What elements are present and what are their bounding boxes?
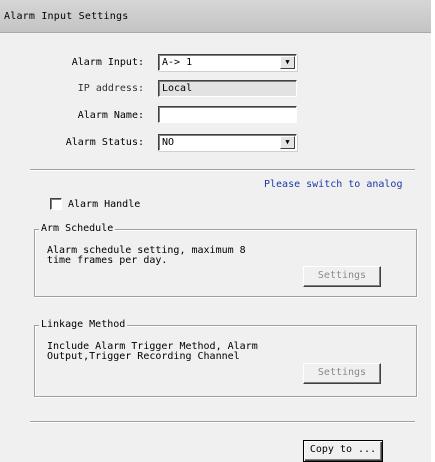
alarm-input-select[interactable]: A-> 1 ▼: [158, 54, 297, 71]
alarm-input-value: A-> 1: [162, 57, 193, 68]
window-edge: [431, 0, 435, 462]
arm-schedule-group: Arm Schedule Alarm schedule setting, max…: [34, 223, 417, 297]
ip-address-value: Local: [162, 83, 193, 94]
linkage-method-settings-button[interactable]: Settings: [303, 363, 381, 384]
chevron-down-icon[interactable]: ▼: [280, 56, 295, 69]
ip-address-label: IP address:: [77, 83, 144, 94]
ip-address-field: Local: [158, 80, 297, 97]
alarm-input-label: Alarm Input:: [71, 57, 144, 68]
title-bar: Alarm Input Settings: [0, 0, 431, 33]
alarm-status-value: NO: [162, 137, 175, 148]
arm-schedule-settings-button[interactable]: Settings: [303, 266, 381, 287]
switch-to-analog-notice: Please switch to analog: [264, 179, 403, 190]
linkage-method-title: Linkage Method: [39, 319, 128, 330]
alarm-status-select[interactable]: NO ▼: [158, 134, 297, 151]
linkage-method-group: Linkage Method Include Alarm Trigger Met…: [34, 319, 417, 397]
alarm-name-input[interactable]: [158, 106, 297, 123]
copy-to-button[interactable]: Copy to ...: [303, 440, 383, 462]
separator: [30, 421, 415, 423]
window-title: Alarm Input Settings: [4, 11, 129, 22]
alarm-handle-label: Alarm Handle: [68, 199, 141, 210]
alarm-status-label: Alarm Status:: [65, 137, 144, 148]
arm-schedule-title: Arm Schedule: [39, 223, 116, 234]
arm-schedule-description: Alarm schedule setting, maximum 8 time f…: [47, 245, 246, 266]
separator: [30, 169, 415, 171]
alarm-handle-checkbox[interactable]: [50, 198, 62, 210]
linkage-method-description: Include Alarm Trigger Method, Alarm Outp…: [47, 341, 258, 362]
alarm-name-label: Alarm Name:: [77, 110, 144, 121]
alarm-input-settings-window: Alarm Input Settings Alarm Input: A-> 1 …: [0, 0, 431, 462]
chevron-down-icon[interactable]: ▼: [280, 136, 295, 149]
